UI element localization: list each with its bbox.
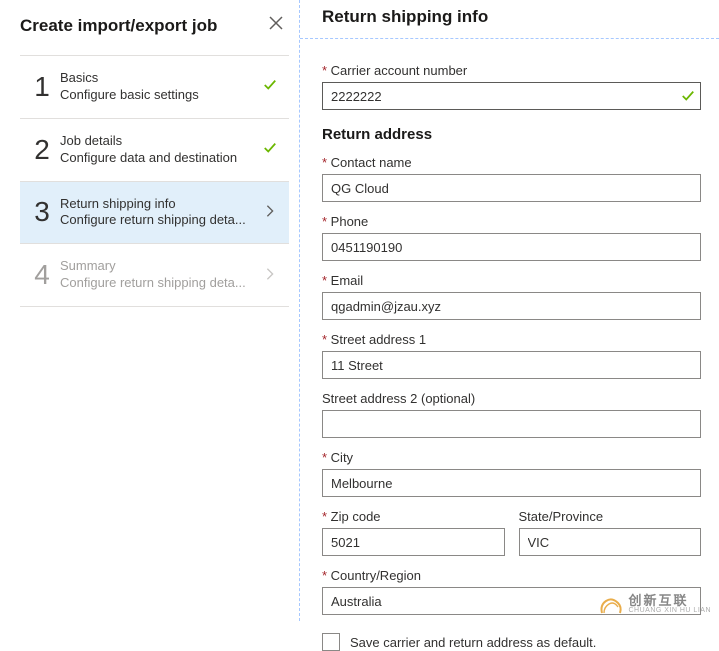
step-text: Basics Configure basic settings: [60, 70, 259, 104]
step-title: Summary: [60, 258, 259, 275]
carrier-account-label: Carrier account number: [322, 63, 701, 78]
step-title: Return shipping info: [60, 196, 259, 213]
wizard-step-basics[interactable]: 1 Basics Configure basic settings: [20, 55, 289, 118]
zip-label: Zip code: [322, 509, 505, 524]
street1-input[interactable]: [322, 351, 701, 379]
street1-label: Street address 1: [322, 332, 701, 347]
email-input[interactable]: [322, 292, 701, 320]
wizard-title: Create import/export job: [20, 16, 217, 36]
city-label: City: [322, 450, 701, 465]
street2-input[interactable]: [322, 410, 701, 438]
close-icon: [269, 16, 283, 30]
step-active-icon: [259, 204, 281, 221]
wizard-steps: 1 Basics Configure basic settings 2 Job …: [20, 55, 289, 307]
step-done-icon: [259, 78, 281, 95]
step-subtitle: Configure return shipping deta...: [60, 275, 259, 292]
contact-name-label: Contact name: [322, 155, 701, 170]
step-subtitle: Configure data and destination: [60, 150, 259, 167]
chevron-right-icon: [265, 204, 275, 218]
save-default-label: Save carrier and return address as defau…: [350, 635, 596, 650]
wizard-step-job-details[interactable]: 2 Job details Configure data and destina…: [20, 118, 289, 181]
state-input[interactable]: [519, 528, 702, 556]
carrier-account-input[interactable]: [322, 82, 701, 110]
phone-input[interactable]: [322, 233, 701, 261]
step-number: 2: [24, 134, 60, 166]
save-default-checkbox[interactable]: [322, 633, 340, 651]
email-label: Email: [322, 273, 701, 288]
chevron-right-icon: [265, 267, 275, 281]
wizard-left-panel: Create import/export job 1 Basics Config…: [0, 0, 300, 621]
step-subtitle: Configure return shipping deta...: [60, 212, 259, 229]
form-title: Return shipping info: [322, 7, 488, 27]
step-number: 1: [24, 71, 60, 103]
step-subtitle: Configure basic settings: [60, 87, 259, 104]
step-text: Return shipping info Configure return sh…: [60, 196, 259, 230]
street2-label: Street address 2 (optional): [322, 391, 701, 406]
watermark: 创新互联 CHUANG XIN HU LIAN: [598, 593, 711, 615]
check-icon: [263, 141, 277, 155]
country-label: Country/Region: [322, 568, 701, 583]
step-pending-icon: [259, 267, 281, 284]
step-done-icon: [259, 141, 281, 158]
wizard-header: Create import/export job: [20, 12, 289, 49]
wizard-step-return-shipping[interactable]: 3 Return shipping info Configure return …: [20, 181, 289, 244]
step-number: 4: [24, 259, 60, 291]
close-button[interactable]: [263, 12, 289, 39]
contact-name-input[interactable]: [322, 174, 701, 202]
phone-label: Phone: [322, 214, 701, 229]
step-title: Basics: [60, 70, 259, 87]
zip-input[interactable]: [322, 528, 505, 556]
watermark-text-zh: 创新互联: [628, 594, 711, 607]
step-title: Job details: [60, 133, 259, 150]
watermark-logo-icon: [598, 593, 624, 615]
watermark-text-en: CHUANG XIN HU LIAN: [628, 607, 711, 614]
check-icon: [263, 78, 277, 92]
wizard-step-summary[interactable]: 4 Summary Configure return shipping deta…: [20, 243, 289, 307]
return-address-heading: Return address: [322, 126, 701, 143]
city-input[interactable]: [322, 469, 701, 497]
state-label: State/Province: [519, 509, 702, 524]
check-icon: [681, 89, 695, 103]
step-text: Summary Configure return shipping deta..…: [60, 258, 259, 292]
form-panel: Return shipping info Carrier account num…: [300, 38, 719, 621]
step-text: Job details Configure data and destinati…: [60, 133, 259, 167]
step-number: 3: [24, 196, 60, 228]
